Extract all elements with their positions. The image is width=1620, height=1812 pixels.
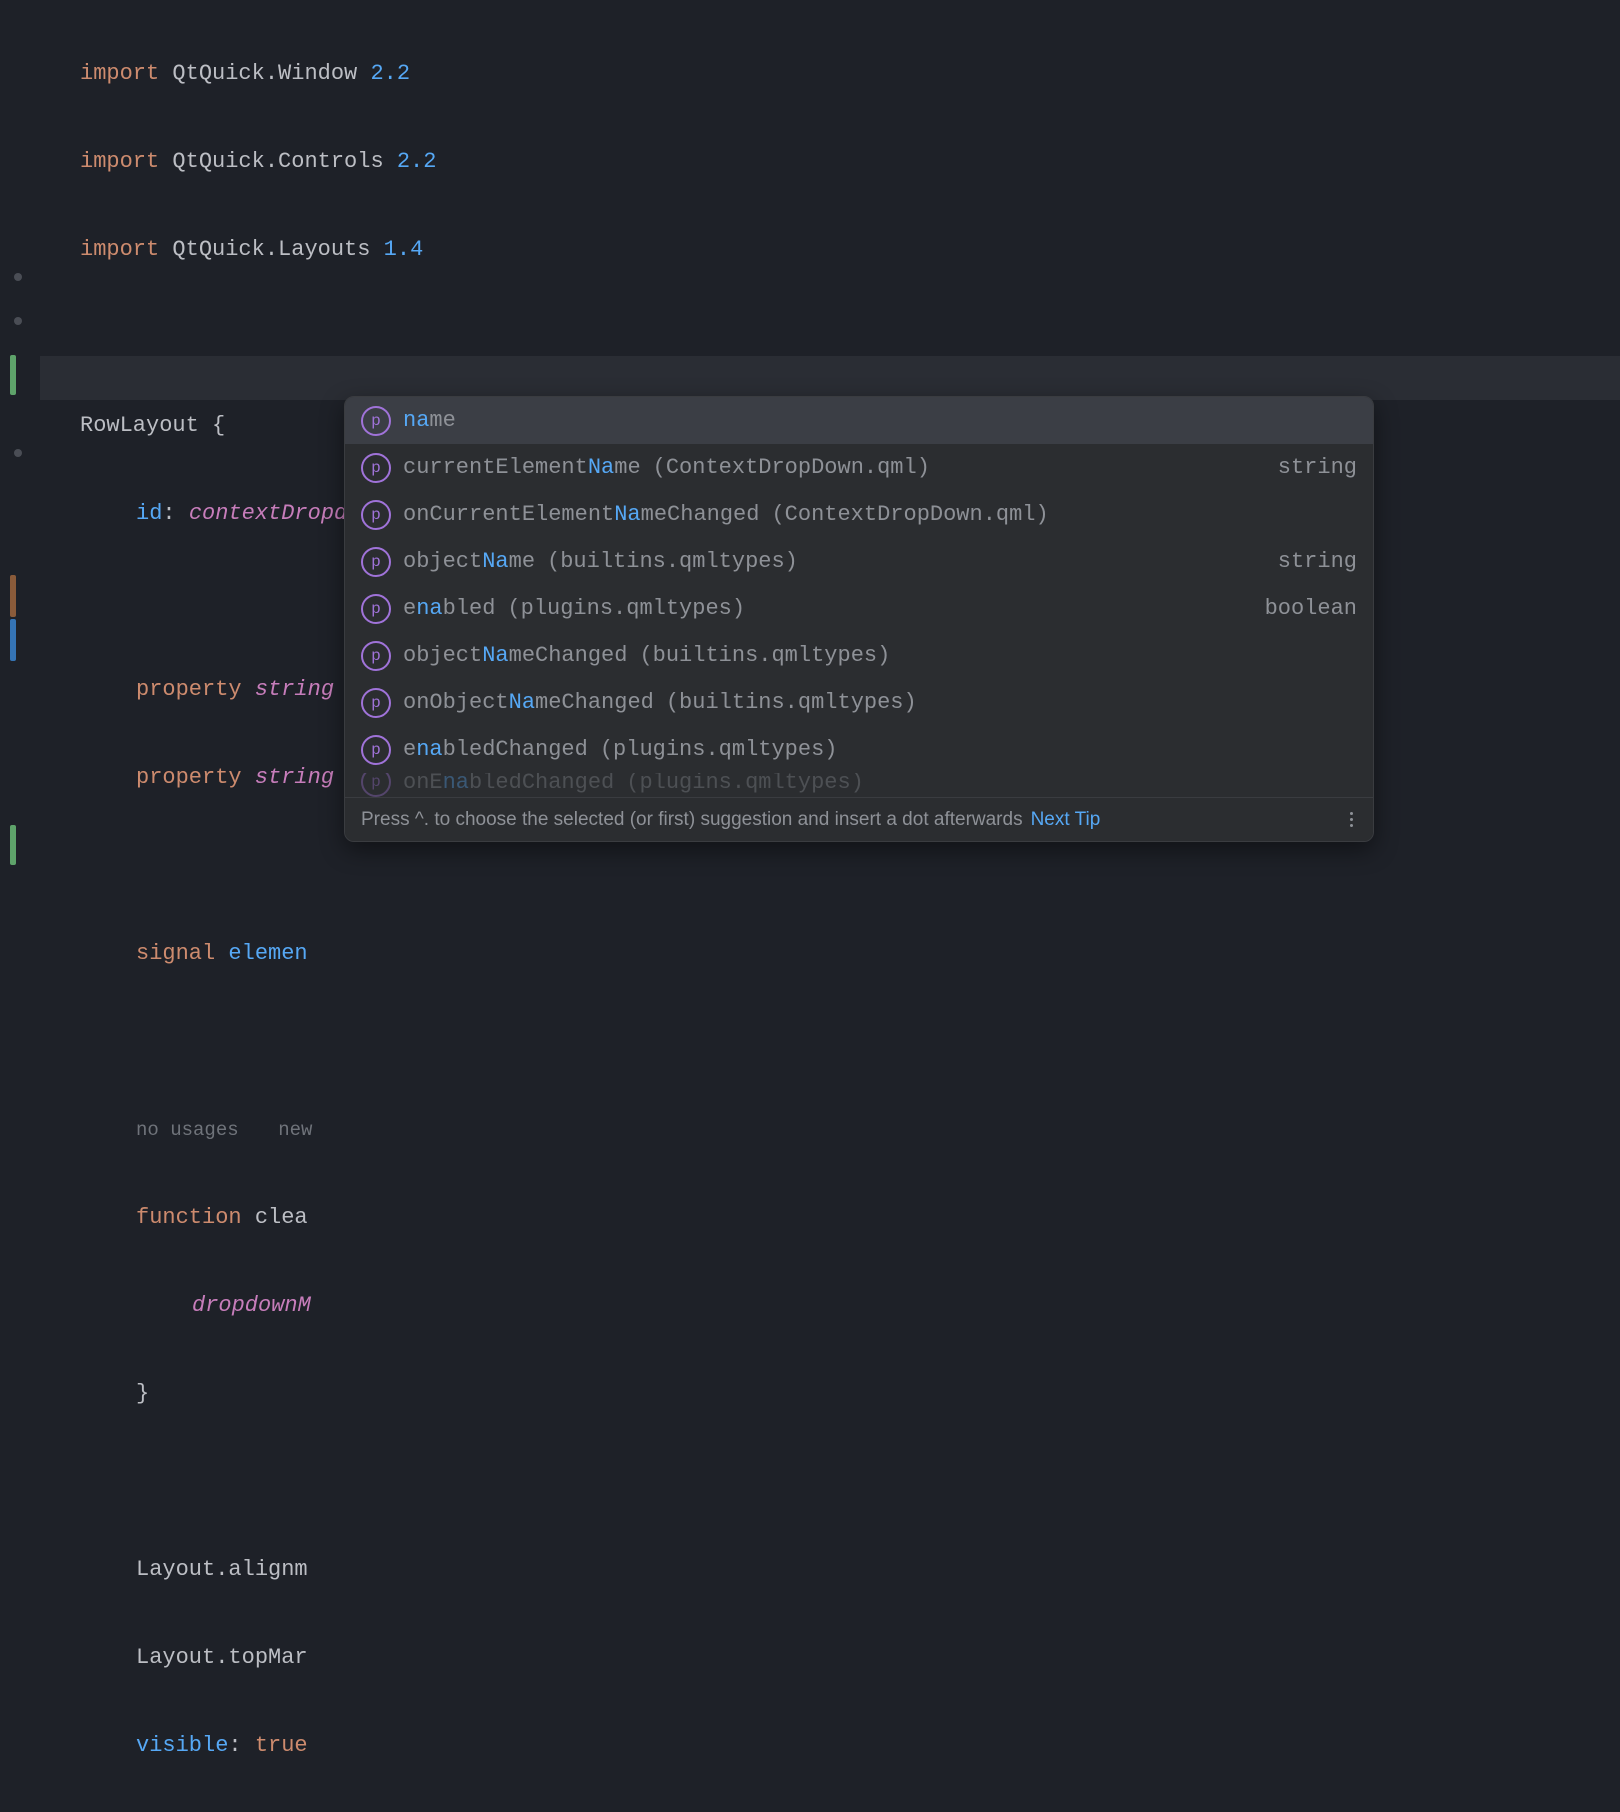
autocomplete-label: currentElementName [403, 455, 641, 480]
footer-hint: Press ^. to choose the selected (or firs… [361, 809, 1023, 831]
autocomplete-item[interactable]: p currentElementName (ContextDropDown.qm… [345, 444, 1373, 491]
autocomplete-label: name [403, 408, 456, 433]
autocomplete-label: onObjectNameChanged [403, 690, 654, 715]
gutter-mark [14, 317, 22, 325]
code-line [80, 316, 1620, 360]
autocomplete-footer: Press ^. to choose the selected (or firs… [345, 797, 1373, 841]
autocomplete-item[interactable]: p name [345, 397, 1373, 444]
autocomplete-source: (ContextDropDown.qml) [771, 502, 1048, 527]
autocomplete-label: objectName [403, 549, 535, 574]
code-line: import QtQuick.Window 2.2 [80, 52, 1620, 96]
code-line: import QtQuick.Layouts 1.4 [80, 228, 1620, 272]
gutter-mark [14, 273, 22, 281]
property-icon: p [361, 453, 391, 483]
code-line: Layout.alignm [136, 1548, 1620, 1592]
autocomplete-source: (plugins.qmltypes) [600, 737, 838, 762]
change-bar-modified [10, 619, 16, 661]
autocomplete-popup[interactable]: p name p currentElementName (ContextDrop… [344, 396, 1374, 842]
property-icon: p [361, 406, 391, 436]
autocomplete-source: (builtins.qmltypes) [547, 549, 798, 574]
code-line: Layout.topMar [136, 1636, 1620, 1680]
autocomplete-source: (plugins.qmltypes) [626, 773, 864, 795]
autocomplete-source: (builtins.qmltypes) [666, 690, 917, 715]
property-icon: p [361, 641, 391, 671]
autocomplete-source: (ContextDropDown.qml) [653, 455, 930, 480]
code-line: import QtQuick.Controls 2.2 [80, 140, 1620, 184]
property-icon: p [361, 500, 391, 530]
property-icon: p [361, 735, 391, 765]
code-line [80, 1460, 1620, 1504]
autocomplete-item[interactable]: p objectNameChanged (builtins.qmltypes) [345, 632, 1373, 679]
autocomplete-type: boolean [1265, 596, 1357, 621]
code-hints: no usages new [136, 1108, 1620, 1152]
code-line [80, 844, 1620, 888]
property-icon: p [361, 547, 391, 577]
autocomplete-type: string [1278, 549, 1357, 574]
change-bar-added [10, 825, 16, 865]
autocomplete-label: onCurrentElementNameChanged [403, 502, 759, 527]
autocomplete-item[interactable]: p enabled (plugins.qmltypes) boolean [345, 585, 1373, 632]
code-line: signal elemen [136, 932, 1620, 976]
editor-gutter [0, 0, 40, 1000]
property-icon: p [361, 773, 391, 797]
code-line: function clea [136, 1196, 1620, 1240]
more-icon[interactable] [1346, 808, 1357, 831]
autocomplete-item[interactable]: p onEnabledChanged (plugins.qmltypes) [345, 773, 1373, 797]
autocomplete-source: (builtins.qmltypes) [639, 643, 890, 668]
autocomplete-label: onEnabledChanged [403, 773, 614, 795]
autocomplete-label: objectNameChanged [403, 643, 627, 668]
autocomplete-item[interactable]: p objectName (builtins.qmltypes) string [345, 538, 1373, 585]
gutter-mark [14, 449, 22, 457]
property-icon: p [361, 594, 391, 624]
autocomplete-label: enabledChanged [403, 737, 588, 762]
autocomplete-type: string [1278, 455, 1357, 480]
code-editor[interactable]: import QtQuick.Window 2.2 import QtQuick… [80, 8, 1620, 1812]
autocomplete-item[interactable]: p enabledChanged (plugins.qmltypes) [345, 726, 1373, 773]
autocomplete-source: (plugins.qmltypes) [507, 596, 745, 621]
code-line: } [136, 1372, 1620, 1416]
autocomplete-item[interactable]: p onObjectNameChanged (builtins.qmltypes… [345, 679, 1373, 726]
code-line [80, 1020, 1620, 1064]
property-icon: p [361, 688, 391, 718]
autocomplete-item[interactable]: p onCurrentElementNameChanged (ContextDr… [345, 491, 1373, 538]
code-line: visible: true [136, 1724, 1620, 1768]
change-bar-added [10, 355, 16, 395]
autocomplete-label: enabled [403, 596, 495, 621]
next-tip-link[interactable]: Next Tip [1031, 809, 1101, 831]
change-bar-modified [10, 575, 16, 617]
code-line: dropdownM [192, 1284, 1620, 1328]
